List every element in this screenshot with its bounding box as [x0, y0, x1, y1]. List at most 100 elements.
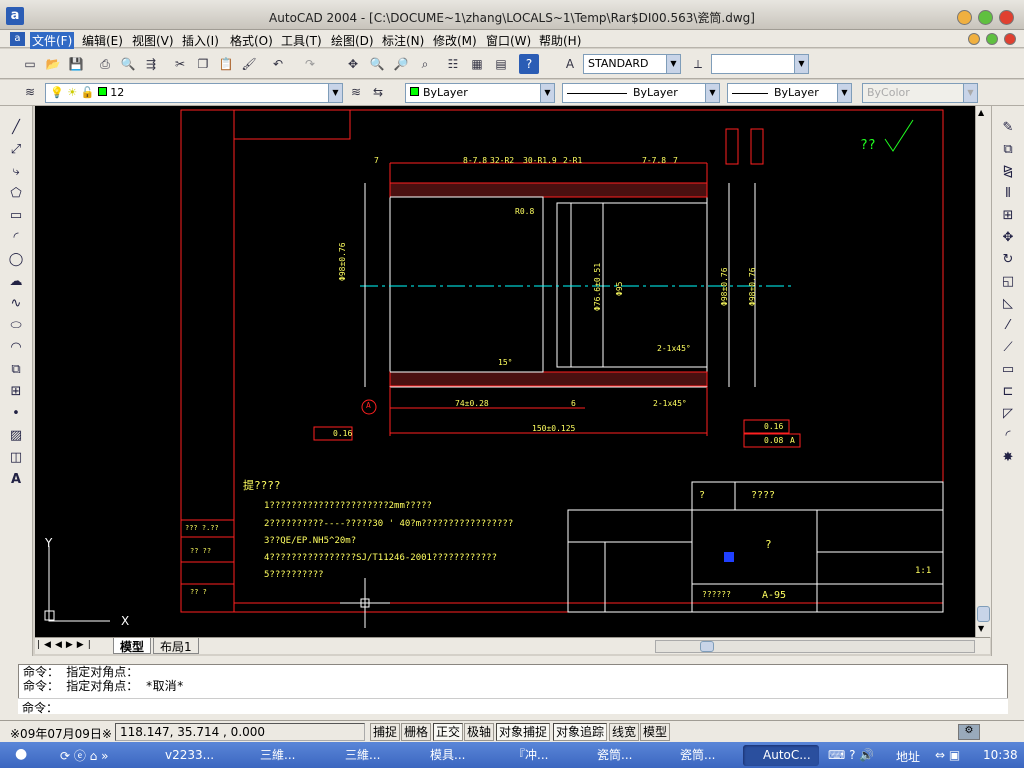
menu-modify[interactable]: 修改(M)	[433, 32, 477, 49]
taskbar-item-autocad[interactable]: AutoC...	[743, 745, 819, 766]
paste-icon[interactable]: 📋	[216, 54, 236, 74]
zoom-realtime-icon[interactable]: 🔍	[367, 54, 387, 74]
taskbar-item-2[interactable]: 三維...	[240, 745, 328, 766]
arc-icon[interactable]: ◜	[5, 228, 27, 248]
tray-network-icons[interactable]: ⇔ ▣	[935, 748, 960, 762]
region-icon[interactable]: ◫	[5, 448, 27, 468]
menu-tools[interactable]: 工具(T)	[281, 32, 322, 49]
linetype-select[interactable]: ByLayer ▼	[562, 83, 720, 103]
taskbar-item-7[interactable]: 瓷筒...	[660, 745, 740, 766]
dim-style-select[interactable]: ▼	[711, 54, 809, 74]
stretch-icon[interactable]: ◺	[997, 294, 1019, 314]
move-icon[interactable]: ✥	[997, 228, 1019, 248]
circle-icon[interactable]: ◯	[5, 250, 27, 270]
menu-draw[interactable]: 绘图(D)	[331, 32, 374, 49]
open-file-icon[interactable]: 📂	[43, 54, 63, 74]
taskbar-item-6[interactable]: 瓷筒...	[577, 745, 657, 766]
trim-icon[interactable]: ⁄	[997, 316, 1019, 336]
new-file-icon[interactable]: ▭	[20, 54, 40, 74]
tab-nav-arrows[interactable]: |◀◀▶▶|	[37, 640, 95, 650]
scroll-up-icon[interactable]: ▲	[978, 108, 984, 117]
document-icon[interactable]: a	[10, 32, 25, 46]
doc-close-button[interactable]	[1004, 33, 1016, 45]
revision-cloud-icon[interactable]: ☁	[5, 272, 27, 292]
print-preview-icon[interactable]: 🔍	[118, 54, 138, 74]
tool-palettes-icon[interactable]: ▤	[491, 54, 511, 74]
join-icon[interactable]: ⊏	[997, 382, 1019, 402]
undo-icon[interactable]: ↶	[268, 54, 288, 74]
menu-help[interactable]: 帮助(H)	[539, 32, 581, 49]
match-properties-icon[interactable]: 🖌	[239, 54, 259, 74]
tray-settings-icon[interactable]: ⚙	[958, 724, 980, 740]
title-bar[interactable]: a AutoCAD 2004 - [C:\DOCUME~1\zhang\LOCA…	[0, 0, 1024, 30]
layer-previous-icon[interactable]: ⇆	[368, 82, 388, 102]
copy-icon[interactable]: ❐	[193, 54, 213, 74]
polar-toggle[interactable]: 极轴	[464, 723, 495, 741]
osnap-toggle[interactable]: 对象捕捉	[496, 723, 551, 741]
polyline-icon[interactable]: ⤷	[5, 162, 27, 182]
layer-select[interactable]: 💡 ☀ 🔓 12 ▼	[45, 83, 343, 103]
copy-object-icon[interactable]: ⧉	[997, 140, 1019, 160]
lineweight-toggle[interactable]: 线宽	[609, 723, 640, 741]
menu-view[interactable]: 视图(V)	[132, 32, 174, 49]
otrack-toggle[interactable]: 对象追踪	[553, 723, 608, 741]
menu-window[interactable]: 窗口(W)	[486, 32, 531, 49]
vertical-scrollbar[interactable]: ▲ ▼	[975, 106, 991, 637]
publish-icon[interactable]: ⇶	[141, 54, 161, 74]
offset-icon[interactable]: ⫴	[997, 184, 1019, 204]
redo-icon[interactable]: ↷	[300, 54, 320, 74]
array-icon[interactable]: ⊞	[997, 206, 1019, 226]
ortho-toggle[interactable]: 正交	[433, 723, 464, 741]
scroll-down-icon[interactable]: ▼	[978, 624, 984, 633]
drawing-canvas[interactable]: 7 8-7.8 32-R2 30-R1.9 2-R1 7-7.8 7 R0.8 …	[35, 106, 990, 637]
horizontal-scroll-thumb[interactable]	[700, 641, 714, 652]
snap-toggle[interactable]: 捕捉	[370, 723, 401, 741]
make-layer-current-icon[interactable]: ≋	[346, 82, 366, 102]
extend-icon[interactable]: ⟋	[997, 338, 1019, 358]
dim-style-icon[interactable]: ⟂	[688, 54, 708, 74]
horizontal-scrollbar[interactable]	[655, 640, 975, 653]
coordinate-display[interactable]: 118.147, 35.714 , 0.000	[115, 723, 365, 741]
line-icon[interactable]: ╱	[5, 118, 27, 138]
explode-icon[interactable]: ✸	[997, 448, 1019, 468]
rotate-icon[interactable]: ↻	[997, 250, 1019, 270]
text-style-select[interactable]: STANDARD ▼	[583, 54, 681, 74]
maximize-button[interactable]	[978, 10, 993, 25]
rectangle-icon[interactable]: ▭	[5, 206, 27, 226]
vertical-scroll-thumb[interactable]	[977, 606, 990, 622]
grid-toggle[interactable]: 栅格	[401, 723, 432, 741]
doc-restore-button[interactable]	[986, 33, 998, 45]
ellipse-arc-icon[interactable]: ◠	[5, 338, 27, 358]
mirror-icon[interactable]: ⧎	[997, 162, 1019, 182]
help-icon[interactable]: ?	[519, 54, 539, 74]
close-button[interactable]	[999, 10, 1014, 25]
layer-manager-icon[interactable]: ≋	[20, 82, 40, 102]
start-apple-icon[interactable]: ●	[15, 746, 35, 764]
pan-icon[interactable]: ✥	[343, 54, 363, 74]
taskbar-item-3[interactable]: 三維...	[325, 745, 405, 766]
tab-layout1[interactable]: 布局1	[153, 638, 199, 654]
insert-block-icon[interactable]: ⧉	[5, 360, 27, 380]
menu-edit[interactable]: 编辑(E)	[82, 32, 123, 49]
taskbar-item-4[interactable]: 模具...	[410, 745, 490, 766]
chamfer-icon[interactable]: ◸	[997, 404, 1019, 424]
polygon-icon[interactable]: ⬠	[5, 184, 27, 204]
tab-model[interactable]: 模型	[113, 638, 152, 654]
taskbar-item-5[interactable]: 『冲...	[493, 745, 573, 766]
command-input[interactable]: 命令：	[18, 698, 1008, 715]
lineweight-select[interactable]: ByLayer ▼	[727, 83, 852, 103]
quicklaunch-icons[interactable]: ⟳ ⓔ ⌂ »	[60, 747, 108, 764]
design-center-icon[interactable]: ▦	[467, 54, 487, 74]
color-select[interactable]: ByLayer ▼	[405, 83, 555, 103]
fillet-icon[interactable]: ◜	[997, 426, 1019, 446]
minimize-button[interactable]	[957, 10, 972, 25]
menu-format[interactable]: 格式(O)	[230, 32, 273, 49]
hatch-icon[interactable]: ▨	[5, 426, 27, 446]
print-icon[interactable]: ⎙	[95, 54, 115, 74]
doc-minimize-button[interactable]	[968, 33, 980, 45]
model-toggle[interactable]: 模型	[640, 723, 671, 741]
menu-dimension[interactable]: 标注(N)	[382, 32, 424, 49]
menu-file[interactable]: 文件(F)	[30, 32, 75, 49]
erase-icon[interactable]: ✎	[997, 118, 1019, 138]
properties-icon[interactable]: ☷	[443, 54, 463, 74]
